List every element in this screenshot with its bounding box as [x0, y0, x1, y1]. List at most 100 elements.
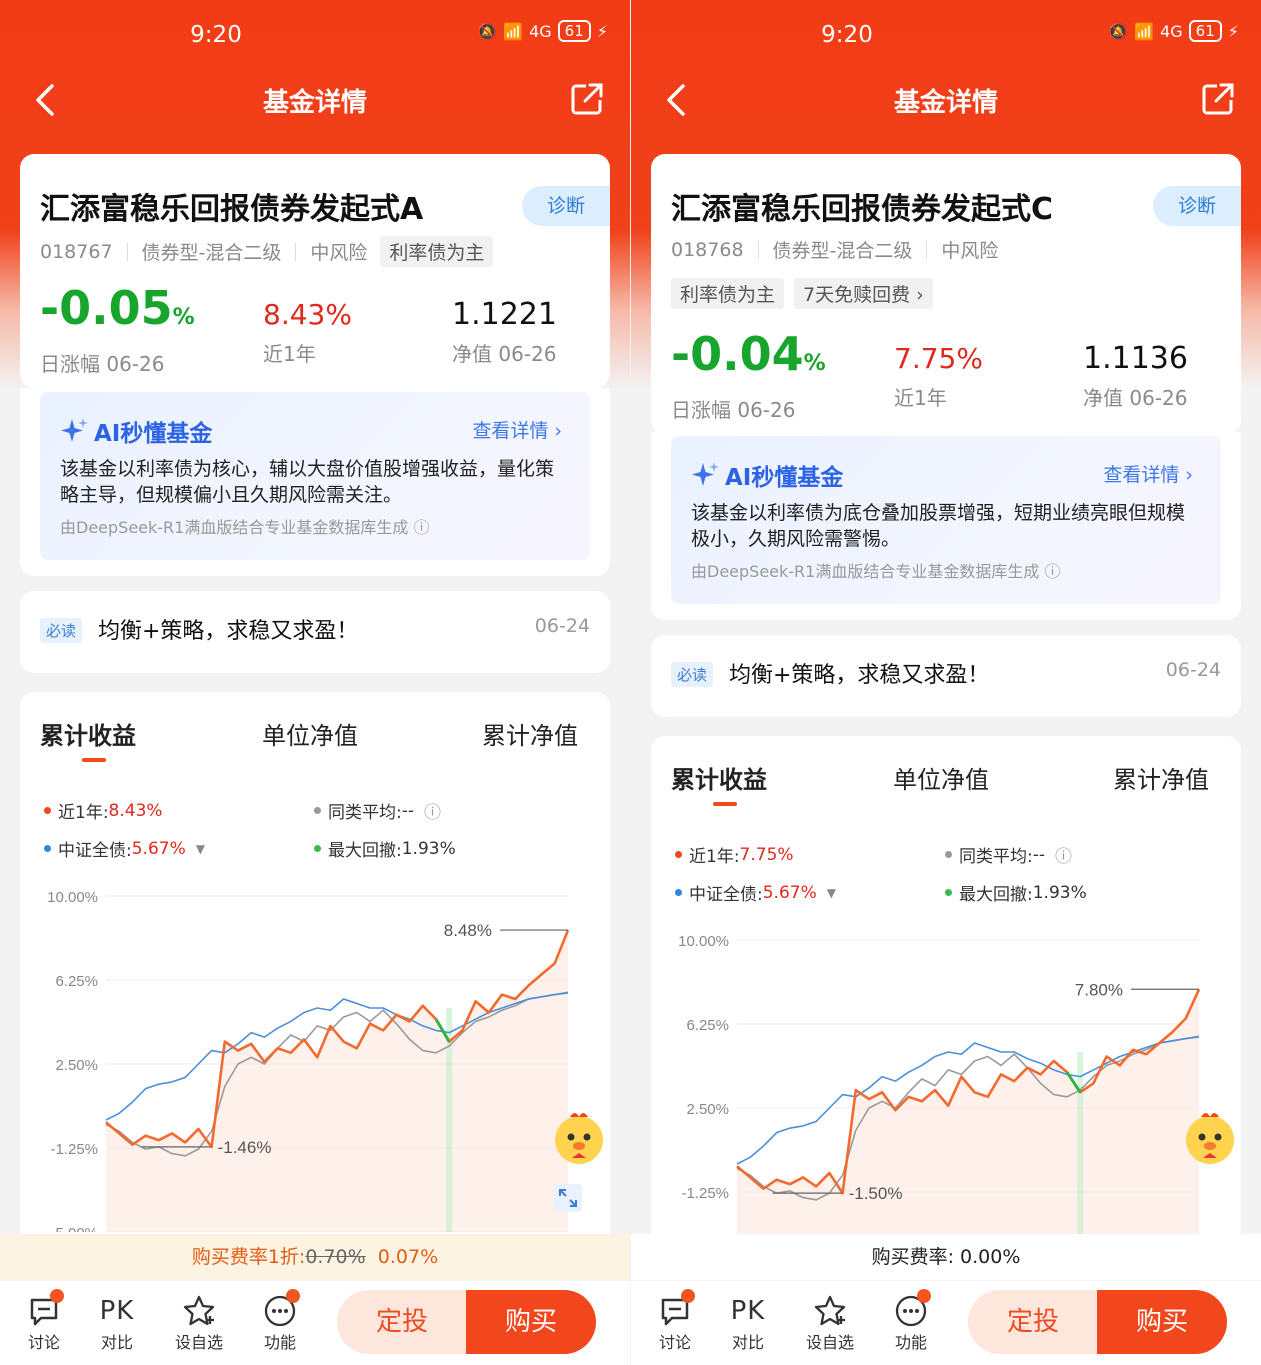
mascot-chick-icon[interactable]: [548, 1106, 610, 1168]
news-card[interactable]: 必读 均衡+策略，求稳又求盈！ 06-24: [651, 635, 1241, 717]
fund-meta: 018767 债券型-混合二级 中风险 利率债为主: [40, 236, 503, 267]
compare-label: 对比: [731, 1333, 764, 1352]
chevron-right-icon: ›: [554, 420, 562, 442]
info-icon[interactable]: ⓘ: [424, 798, 441, 823]
legend-fund: 近1年: 7.75%: [675, 842, 794, 867]
buy-button[interactable]: 购买: [1097, 1290, 1227, 1354]
tab-accumulated-nav[interactable]: 累计净值: [1113, 760, 1209, 795]
cumulative-return-chart[interactable]: 10.00% 6.25% 2.50% -1.25% -5.00% 8.48% -1.46%: [20, 872, 610, 1232]
discuss-label: 讨论: [658, 1333, 691, 1352]
ai-summary-card: AI秒懂基金 查看详情 › 该基金以利率债为核心，辅以大盘价值股增强收益，量化策…: [20, 388, 610, 576]
sip-button[interactable]: 定投: [337, 1290, 467, 1354]
add-watchlist-button[interactable]: 设自选: [800, 1293, 860, 1353]
tab-unit-nav[interactable]: 单位净值: [893, 760, 989, 795]
y-tick-label: 6.25%: [686, 1017, 729, 1034]
chart-tabs: 累计收益 单位净值 累计净值: [40, 716, 590, 766]
compare-button[interactable]: PK 对比: [718, 1293, 778, 1353]
ai-more-label: 查看详情: [1103, 464, 1180, 486]
diagnose-button[interactable]: 诊断: [522, 186, 610, 226]
news-headline: 均衡+策略，求稳又求盈！: [98, 619, 359, 644]
y-tick-label: 2.50%: [686, 1101, 729, 1118]
y-tick-label: 2.50%: [55, 1057, 98, 1074]
tab-cumulative-return[interactable]: 累计收益: [671, 760, 767, 795]
legend-index-label: 中证全债:: [689, 885, 763, 905]
news-card[interactable]: 必读 均衡+策略，求稳又求盈！ 06-24: [20, 591, 610, 673]
ai-source-label: 由DeepSeek-R1满血版结合专业基金数据库生成: [691, 562, 1040, 581]
ai-source-note: 由DeepSeek-R1满血版结合专业基金数据库生成 ⓘ: [60, 514, 429, 538]
info-icon[interactable]: ⓘ: [413, 518, 429, 537]
buy-button[interactable]: 购买: [466, 1290, 596, 1354]
tab-cumulative-return[interactable]: 累计收益: [40, 716, 136, 751]
ai-view-details-link[interactable]: 查看详情 ›: [472, 416, 562, 443]
legend-avg-label: 同类平均:: [328, 803, 402, 823]
page-title: 基金详情: [262, 88, 367, 118]
legend-category-avg: 同类平均: -- ⓘ: [945, 842, 1072, 867]
fee-prefix: 购买费率:: [871, 1246, 954, 1268]
watchlist-label: 设自选: [805, 1333, 854, 1352]
ai-view-details-link[interactable]: 查看详情 ›: [1103, 460, 1193, 487]
fund-tag: 利率债为主: [671, 278, 785, 309]
compare-button[interactable]: PK 对比: [87, 1293, 147, 1353]
fund-tags: 利率债为主 7天免赎回费 ›: [671, 278, 943, 309]
legend-dd-value: 1.93%: [1032, 882, 1087, 903]
pk-icon: PK: [730, 1296, 766, 1326]
legend-avg-value: --: [401, 800, 415, 821]
star-add-icon: [183, 1295, 215, 1326]
y-tick-label: 10.00%: [678, 933, 729, 950]
fee-old: 0.70%: [305, 1246, 366, 1268]
ai-summary-box[interactable]: AI秒懂基金 查看详情 › 该基金以利率债为核心，辅以大盘价值股增强收益，量化策…: [40, 392, 590, 560]
news-date: 06-24: [534, 615, 590, 637]
sparkle-icon: [61, 418, 88, 442]
must-read-badge: 必读: [671, 662, 714, 687]
status-bar: 9:20 🔕 📶 4G 61 ⚡: [0, 18, 630, 54]
fund-code: 018768: [671, 238, 744, 261]
ai-summary-box[interactable]: AI秒懂基金 查看详情 › 该基金以利率债为底仓叠加股票增强，短期业绩亮眼但规模…: [671, 436, 1221, 604]
legend-dd-label: 最大回撤:: [328, 841, 402, 861]
wifi-icon: 📶: [503, 21, 524, 41]
share-icon[interactable]: [1201, 82, 1235, 116]
discuss-button[interactable]: 讨论: [645, 1289, 705, 1353]
legend-max-drawdown: 最大回撤: 1.93%: [314, 836, 456, 861]
daily-change-label: 日涨幅 06-26: [671, 398, 796, 422]
legend-index-label: 中证全债:: [58, 841, 132, 861]
status-icons: 🔕 📶 4G 61 ⚡: [477, 20, 608, 42]
legend-index[interactable]: 中证全债: 5.67% ▼: [44, 836, 205, 861]
legend-index-value: 5.67%: [762, 882, 817, 903]
legend-index[interactable]: 中证全债: 5.67% ▼: [675, 880, 836, 905]
cumulative-return-chart[interactable]: 10.00%6.25%2.50%-1.25%-5.00%7.80%-1.50%: [651, 916, 1241, 1276]
mascot-chick-icon[interactable]: [1179, 1106, 1241, 1168]
nav-bar: 基金详情: [631, 72, 1261, 128]
legend-fund-label: 近1年:: [58, 803, 109, 823]
add-watchlist-button[interactable]: 设自选: [169, 1293, 229, 1353]
discuss-button[interactable]: 讨论: [14, 1289, 74, 1353]
status-bar: 9:20 🔕 📶 4G 61 ⚡: [631, 18, 1261, 54]
legend-index-value: 5.67%: [131, 838, 186, 859]
charging-icon: ⚡: [596, 21, 608, 41]
fund-tag-redemption-label: 7天免赎回费: [803, 284, 911, 306]
info-icon[interactable]: ⓘ: [1044, 562, 1060, 581]
mute-icon: 🔕: [477, 21, 498, 41]
share-icon[interactable]: [570, 82, 604, 116]
must-read-badge: 必读: [40, 618, 83, 643]
functions-button[interactable]: 功能: [250, 1289, 310, 1353]
compare-label: 对比: [100, 1333, 133, 1352]
diagnose-button[interactable]: 诊断: [1153, 186, 1241, 226]
fund-info-card: 汇添富稳乐回报债券发起式C 诊断 018768 债券型-混合二级 中风险 利率债…: [651, 154, 1241, 434]
bottom-action-bar: 讨论 PK 对比 设自选 功能 定投 购买: [631, 1281, 1261, 1365]
fund-tag: 利率债为主: [380, 236, 494, 267]
functions-label: 功能: [894, 1333, 927, 1352]
tab-unit-nav[interactable]: 单位净值: [262, 716, 358, 751]
star-add-icon: [814, 1295, 846, 1326]
discuss-label: 讨论: [27, 1333, 60, 1352]
info-icon[interactable]: ⓘ: [1055, 842, 1072, 867]
fund-name: 汇添富稳乐回报债券发起式C: [671, 192, 1054, 227]
fee-banner: 购买费率1折:0.70% 0.07%: [0, 1234, 630, 1280]
functions-button[interactable]: 功能: [881, 1289, 941, 1353]
sip-button[interactable]: 定投: [968, 1290, 1098, 1354]
nav-stat: 1.1221 净值 06-26: [452, 298, 557, 367]
tab-accumulated-nav[interactable]: 累计净值: [482, 716, 578, 751]
chart-tabs: 累计收益 单位净值 累计净值: [671, 760, 1221, 810]
expand-icon[interactable]: [554, 1184, 582, 1212]
fund-tag-redemption[interactable]: 7天免赎回费 ›: [794, 278, 933, 309]
ai-summary-text: 该基金以利率债为核心，辅以大盘价值股增强收益，量化策略主导，但规模偏小且久期风险…: [60, 458, 555, 506]
